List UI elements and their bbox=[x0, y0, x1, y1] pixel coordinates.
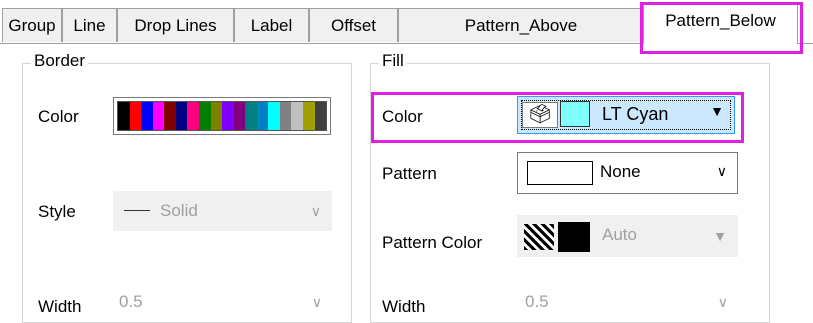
border-width-label: Width bbox=[38, 297, 82, 316]
pattern-color-value: Auto bbox=[602, 225, 637, 244]
palette-swatch bbox=[198, 102, 211, 130]
tab-highlight bbox=[640, 2, 803, 54]
palette-swatch bbox=[303, 102, 315, 130]
border-color-label: Color bbox=[38, 107, 79, 126]
tab-group[interactable]: Group bbox=[2, 8, 62, 42]
chevron-down-icon: ∨ bbox=[716, 163, 727, 179]
pattern-color-select[interactable]: Auto ▼ bbox=[517, 215, 738, 257]
border-style-value: Solid bbox=[160, 201, 198, 220]
palette-swatch bbox=[118, 102, 130, 130]
tab-pattern-above[interactable]: Pattern_Above bbox=[398, 8, 644, 42]
color-palette-strip bbox=[117, 101, 327, 131]
pattern-color-label: Pattern Color bbox=[382, 233, 483, 252]
palette-swatch bbox=[187, 102, 199, 130]
palette-swatch bbox=[291, 102, 303, 130]
tab-offset[interactable]: Offset bbox=[309, 8, 398, 42]
border-width-select[interactable]: 0.5 ∨ bbox=[113, 285, 332, 319]
tab-panel: Border Color Style Solid ∨ Width 0.5 ∨ F… bbox=[0, 43, 813, 323]
chevron-down-icon: ∨ bbox=[311, 294, 322, 310]
palette-swatch bbox=[279, 102, 292, 130]
palette-swatch bbox=[210, 102, 223, 130]
chevron-down-icon: ∨ bbox=[310, 203, 321, 219]
palette-swatch bbox=[256, 102, 269, 130]
tab-bar: Group Line Drop Lines Label Offset Patte… bbox=[0, 0, 813, 54]
palette-swatch bbox=[152, 102, 165, 130]
palette-swatch bbox=[175, 102, 188, 130]
palette-swatch bbox=[314, 102, 327, 130]
border-legend: Border bbox=[31, 50, 89, 72]
fill-color-highlight bbox=[371, 92, 744, 143]
pattern-value: None bbox=[600, 162, 641, 181]
fill-width-value: 0.5 bbox=[525, 292, 549, 311]
border-color-picker[interactable] bbox=[113, 97, 331, 135]
border-width-value: 0.5 bbox=[119, 292, 143, 311]
palette-swatch bbox=[245, 102, 257, 130]
pattern-select[interactable]: None ∨ bbox=[517, 152, 738, 194]
chevron-down-icon: ▼ bbox=[713, 228, 727, 244]
pattern-preview bbox=[527, 161, 593, 185]
tab-drop-lines[interactable]: Drop Lines bbox=[117, 8, 234, 42]
chevron-down-icon: ∨ bbox=[717, 294, 728, 310]
pattern-label: Pattern bbox=[382, 164, 437, 183]
palette-swatch bbox=[164, 102, 176, 130]
palette-swatch bbox=[268, 102, 280, 130]
palette-swatch bbox=[233, 102, 246, 130]
palette-swatch bbox=[141, 102, 153, 130]
solid-line-icon bbox=[124, 210, 150, 211]
border-style-label: Style bbox=[38, 202, 76, 221]
hatch-pattern-icon bbox=[524, 224, 554, 250]
tab-label[interactable]: Label bbox=[234, 8, 309, 42]
palette-swatch bbox=[222, 102, 234, 130]
palette-swatch bbox=[129, 102, 142, 130]
pattern-color-swatch bbox=[558, 222, 590, 252]
fill-width-label: Width bbox=[382, 297, 426, 316]
tab-line[interactable]: Line bbox=[62, 8, 117, 42]
fill-width-select[interactable]: 0.5 ∨ bbox=[517, 285, 738, 319]
border-style-select[interactable]: Solid ∨ bbox=[113, 191, 332, 231]
fill-legend: Fill bbox=[379, 50, 407, 72]
